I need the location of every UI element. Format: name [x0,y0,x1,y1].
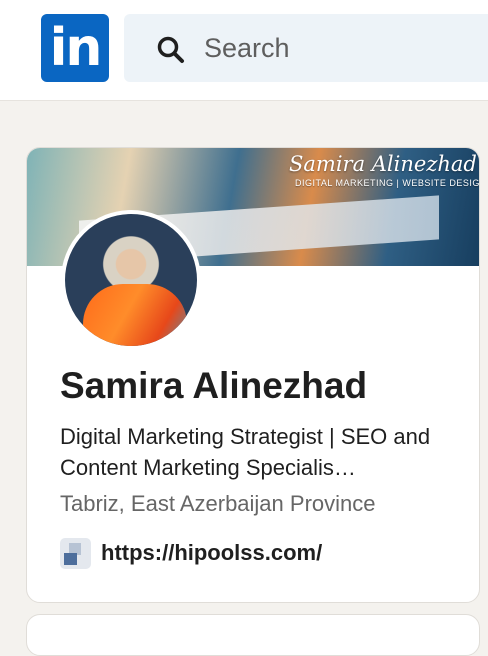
favicon-shape-dark [64,553,77,565]
next-card [26,614,480,656]
profile-avatar[interactable] [61,210,201,350]
website-favicon-icon [60,538,91,569]
profile-name[interactable]: Samira Alinezhad [60,365,367,407]
profile-card: Samira Alinezhad DIGITAL MARKETING | WEB… [26,147,480,603]
banner-title: Samira Alinezhad [289,152,477,176]
search-icon [157,36,184,63]
website-link[interactable]: https://hipoolss.com/ [101,540,322,566]
search-bar[interactable]: Search [124,14,488,82]
search-placeholder: Search [204,33,290,63]
profile-location: Tabriz, East Azerbaijan Province [60,491,376,516]
linkedin-logo[interactable]: in [41,14,109,82]
avatar-scarf [83,284,187,346]
banner-subtitle: DIGITAL MARKETING | WEBSITE DESIGN [295,178,479,188]
profile-headline: Digital Marketing Strategist | SEO and C… [60,424,431,480]
top-navigation-bar: in Search [0,0,488,101]
